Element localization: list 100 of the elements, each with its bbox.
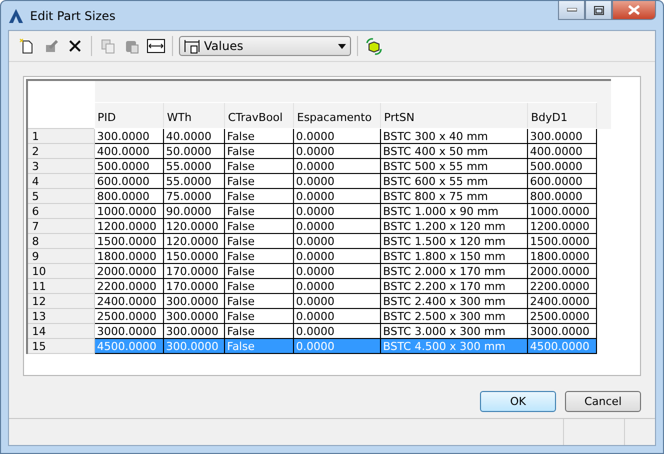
table-cell: 50.0000 [164,144,224,158]
row-header[interactable]: 14 [27,324,94,338]
row-header[interactable]: 9 [27,248,94,264]
table-cell: False [224,188,294,204]
ok-button[interactable]: OK [480,391,556,412]
table-cell: 170.0000 [164,264,224,278]
row-header[interactable]: 8 [27,234,94,248]
table-cell: 0.0000 [294,218,380,234]
column-table-icon [184,38,200,54]
table-cell: False [224,308,294,324]
table-cell: 300.0000 [164,324,224,338]
caret-icon [338,44,346,48]
table-cell: 0.0000 [294,204,380,218]
table-cell: BSTC 4.500 x 300 mm [380,338,528,354]
table-cell: 2000.0000 [94,264,164,278]
table-cell: BSTC 1.000 x 90 mm [380,204,528,218]
table-cell: 55.0000 [164,174,224,188]
row-header[interactable]: 15 [27,338,94,354]
table-cell: BSTC 2.500 x 300 mm [380,308,528,324]
table-cell: 3000.0000 [94,324,164,338]
table-cell: False [224,278,294,294]
column-header[interactable]: Espacamento [294,102,380,128]
table-cell: 0.0000 [294,144,380,158]
table-cell: False [224,294,294,308]
table-cell: 1200.0000 [528,218,596,234]
table-cell: 2000.0000 [528,264,596,278]
table-cell: 0.0000 [294,278,380,294]
table-cell: 75.0000 [164,188,224,204]
table-cell: BSTC 800 x 75 mm [380,188,528,204]
app-logo-icon [8,8,24,24]
row-header[interactable]: 2 [27,144,94,158]
table-cell: 800.0000 [528,188,596,204]
table-cell: 2500.0000 [528,308,596,324]
table-cell: BSTC 1.200 x 120 mm [380,218,528,234]
table-cell: 1800.0000 [94,248,164,264]
table-cell: BSTC 3.000 x 300 mm [380,324,528,338]
window-title: Edit Part Sizes [30,8,116,22]
cancel-button[interactable]: Cancel [565,391,641,412]
table-cell: 120.0000 [164,218,224,234]
row-header[interactable]: 7 [27,218,94,234]
table-cell: 2400.0000 [528,294,596,308]
table-cell: 400.0000 [528,144,596,158]
column-header[interactable]: BdyD1 [528,102,596,128]
row-header[interactable]: 13 [27,308,94,324]
table-cell: False [224,174,294,188]
table-cell: BSTC 2.400 x 300 mm [380,294,528,308]
row-header[interactable]: 1 [27,128,94,144]
table-cell: 400.0000 [94,144,164,158]
close-icon [628,5,640,15]
row-header[interactable]: 11 [27,278,94,294]
table-cell: 1000.0000 [94,204,164,218]
table-cell: False [224,128,294,144]
column-header[interactable]: CTravBool [224,102,294,128]
table-cell: 0.0000 [294,324,380,338]
row-header[interactable]: 5 [27,188,94,204]
minimize-button[interactable] [558,1,585,20]
table-cell: BSTC 500 x 55 mm [380,158,528,174]
table-cell: False [224,218,294,234]
row-header[interactable]: 12 [27,294,94,308]
close-button[interactable] [612,1,656,20]
table-cell: 0.0000 [294,158,380,174]
table-cell: BSTC 300 x 40 mm [380,128,528,144]
table-cell: 40.0000 [164,128,224,144]
table-cell: BSTC 1.500 x 120 mm [380,234,528,248]
table-cell: 0.0000 [294,128,380,144]
table-cell: BSTC 600 x 55 mm [380,174,528,188]
row-header[interactable]: 3 [27,158,94,174]
table-cell: 0.0000 [294,264,380,278]
table-cell: False [224,264,294,278]
table-cell: 2500.0000 [94,308,164,324]
table-cell: 90.0000 [164,204,224,218]
column-width-icon[interactable] [146,36,166,56]
row-header[interactable]: 4 [27,174,94,188]
row-header[interactable]: 10 [27,264,94,278]
table-cell: 120.0000 [164,234,224,248]
table-cell: 55.0000 [164,158,224,174]
table-cell: 2200.0000 [528,278,596,294]
column-header[interactable]: PrtSN [380,102,528,128]
table-cell: 300.0000 [528,128,596,144]
table-cell: 0.0000 [294,248,380,264]
table-cell: 4500.0000 [94,338,164,354]
table-cell: 2200.0000 [94,278,164,294]
table-cell: False [224,204,294,218]
values-dropdown[interactable]: Values [179,36,351,56]
table-cell: BSTC 2.200 x 170 mm [380,278,528,294]
cube-refresh-icon[interactable] [364,36,384,56]
table-cell: 0.0000 [294,234,380,248]
table-cell: 300.0000 [164,338,224,354]
column-header[interactable]: PID [94,102,164,128]
maximize-icon [594,6,604,14]
table-cell: 4500.0000 [528,338,596,354]
maximize-button[interactable] [585,1,612,20]
row-header[interactable]: 6 [27,204,94,218]
table-cell: BSTC 1.800 x 150 mm [380,248,528,264]
table-cell: BSTC 400 x 50 mm [380,144,528,158]
table-cell: 1500.0000 [528,234,596,248]
table-cell: 600.0000 [528,174,596,188]
column-header[interactable]: WTh [164,102,224,128]
table-cell: False [224,158,294,174]
table-cell: False [224,144,294,158]
